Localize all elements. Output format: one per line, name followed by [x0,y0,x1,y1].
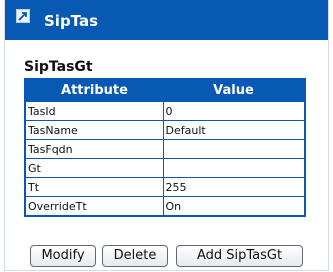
value-cell [162,139,306,159]
attribute-cell: OverrideTt [24,196,164,217]
table-row: TasName Default [24,120,306,140]
value-cell: 0 [162,101,306,121]
table-row: Gt [24,158,306,178]
section-title: SipTasGt [24,59,93,75]
table-row: TasId 0 [24,101,306,121]
attribute-cell: TasFqdn [24,139,164,159]
value-cell [162,158,306,178]
delete-button[interactable]: Delete [102,245,168,267]
modify-button[interactable]: Modify [30,245,96,267]
attribute-cell: Gt [24,158,164,178]
table-row: Tt 255 [24,177,306,197]
attribute-cell: Tt [24,177,164,197]
attribute-table: Attribute Value TasId 0 TasName Default … [24,78,306,217]
add-siptasgt-button[interactable]: Add SipTasGt [176,245,303,267]
column-header-value: Value [163,79,305,102]
value-cell: Default [162,120,306,140]
value-cell: 255 [162,177,306,197]
table-row: TasFqdn [24,139,306,159]
table-header-row: Attribute Value [25,79,305,102]
title-bar: SipTas [5,0,328,40]
attribute-cell: TasId [24,101,164,121]
attribute-cell: TasName [24,120,164,140]
column-header-attribute: Attribute [25,79,163,102]
window-icon [16,9,30,23]
table-row: OverrideTt On [24,196,306,217]
window-title: SipTas [44,12,99,30]
value-cell: On [162,196,306,217]
